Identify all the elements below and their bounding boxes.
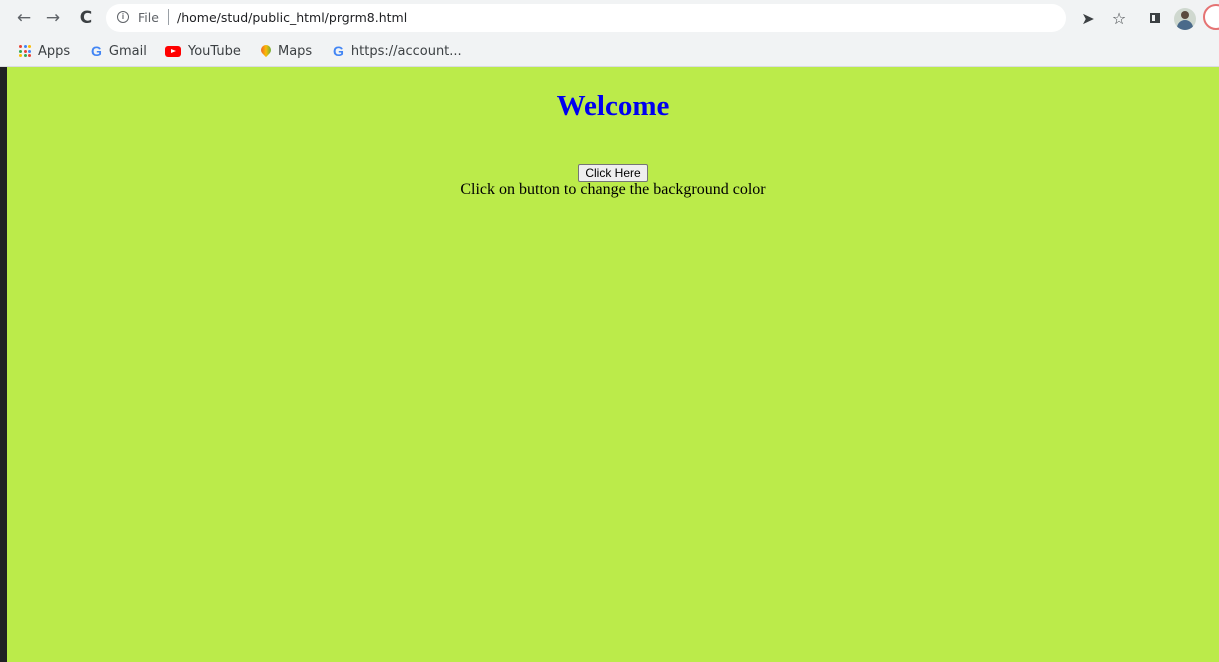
address-bar[interactable]: i File /home/stud/public_html/prgrm8.htm… <box>106 4 1066 32</box>
instruction-text: Click on button to change the background… <box>460 181 766 198</box>
google-icon: G <box>91 43 102 59</box>
page-title: Welcome <box>556 90 670 122</box>
bookmark-label: Maps <box>278 43 313 59</box>
bookmark-label: YouTube <box>188 43 241 59</box>
bookmark-label: Apps <box>38 43 71 59</box>
info-icon[interactable]: i <box>117 11 129 23</box>
click-here-button[interactable]: Click Here <box>578 164 648 182</box>
url-text[interactable]: /home/stud/public_html/prgrm8.html <box>177 10 407 25</box>
reload-icon[interactable]: C <box>74 6 98 30</box>
bookmark-maps[interactable]: Maps <box>258 42 313 60</box>
profile-icon[interactable] <box>1203 4 1219 30</box>
avatar[interactable] <box>1174 8 1196 30</box>
bookmark-gmail[interactable]: G Gmail <box>91 42 147 60</box>
bookmark-account[interactable]: G https://account... <box>333 42 462 60</box>
google-icon: G <box>333 43 344 59</box>
bookmark-label: https://account... <box>350 43 462 59</box>
youtube-icon <box>165 45 181 57</box>
bookmarks-bar: Apps G Gmail YouTube Maps G https://acco… <box>0 36 1219 67</box>
scheme-label: File <box>138 10 159 25</box>
send-icon[interactable]: ➤ <box>1078 8 1098 28</box>
star-icon[interactable]: ☆ <box>1109 8 1129 28</box>
browser-toolbar: ← → C i File /home/stud/public_html/prgr… <box>0 0 1219 36</box>
forward-arrow-icon[interactable]: → <box>41 6 65 30</box>
page-viewport: Welcome Click Here Click on button to ch… <box>0 67 1219 662</box>
bookmark-label: Gmail <box>108 43 147 59</box>
page-body: Welcome Click Here Click on button to ch… <box>7 67 1219 662</box>
back-arrow-icon[interactable]: ← <box>12 6 36 30</box>
bookmark-apps[interactable]: Apps <box>19 42 70 60</box>
address-separator <box>168 9 169 25</box>
bookmark-youtube[interactable]: YouTube <box>165 42 241 60</box>
side-panel-icon[interactable] <box>1145 8 1165 28</box>
maps-icon <box>258 42 274 57</box>
apps-grid-icon <box>19 45 31 57</box>
